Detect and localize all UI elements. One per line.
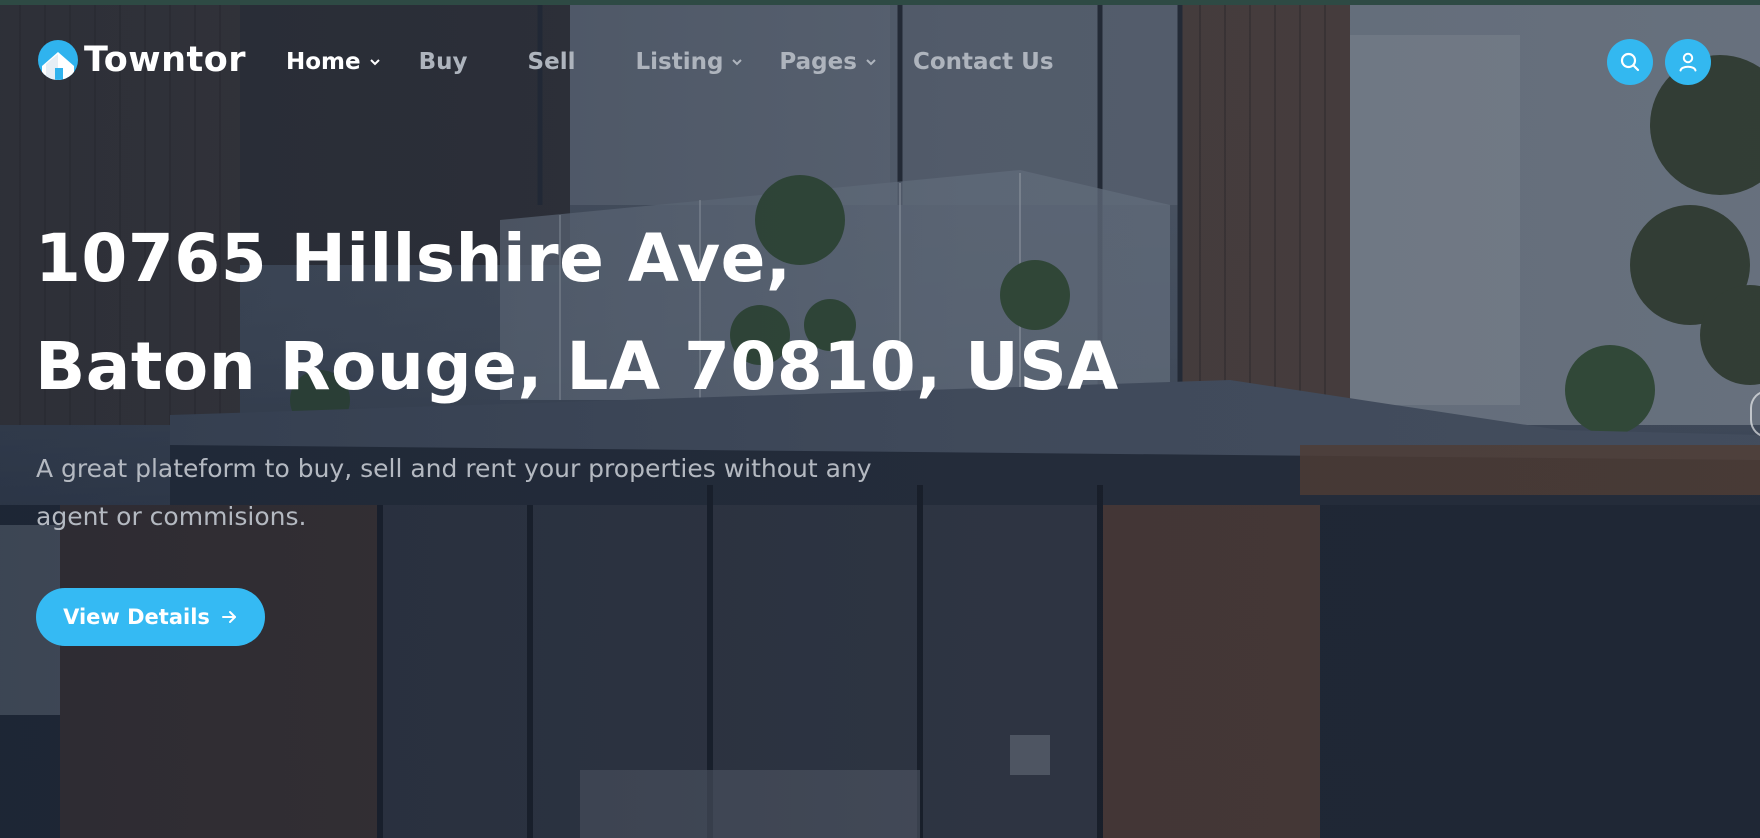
- hero-title: 10765 Hillshire Ave, Baton Rouge, LA 708…: [35, 205, 1135, 421]
- arrow-right-icon: [221, 611, 236, 623]
- hero-overlay: [0, 5, 1760, 838]
- user-account-button[interactable]: [1665, 39, 1711, 85]
- nav-item-label: Home: [286, 49, 361, 75]
- hero-background: [0, 5, 1760, 838]
- site-header: Towntor Home Buy Sell Listing Pages Cont…: [0, 5, 1760, 115]
- chevron-down-icon: [369, 59, 380, 66]
- hero-title-line2: Baton Rouge, LA 70810, USA: [35, 328, 1119, 405]
- nav-item-label: Buy: [418, 49, 468, 75]
- brand-logo[interactable]: Towntor: [38, 39, 246, 81]
- nav-item-label: Listing: [635, 49, 724, 75]
- nav-item-label: Pages: [779, 49, 857, 75]
- view-details-label: View Details: [63, 605, 210, 629]
- nav-item-label: Contact Us: [912, 49, 1054, 75]
- nav-item-pages[interactable]: Pages: [779, 49, 877, 75]
- house-logo-icon: [38, 40, 78, 80]
- nav-item-home[interactable]: Home: [286, 49, 381, 75]
- nav-item-sell[interactable]: Sell: [528, 49, 576, 75]
- hero-description: A great plateform to buy, sell and rent …: [36, 454, 872, 531]
- nav-item-listing[interactable]: Listing: [635, 49, 743, 75]
- chevron-down-icon: [732, 59, 743, 66]
- nav-item-contact-us[interactable]: Contact Us: [913, 49, 1054, 75]
- view-details-button[interactable]: View Details: [36, 588, 265, 646]
- brand-name: Towntor: [84, 40, 247, 80]
- user-icon: [1679, 52, 1697, 72]
- main-nav: Home Buy Sell Listing Pages Contact Us: [286, 49, 1054, 75]
- search-icon: [1620, 52, 1640, 72]
- nav-item-label: Sell: [527, 49, 576, 75]
- search-button[interactable]: [1607, 39, 1653, 85]
- hero-title-line1: 10765 Hillshire Ave,: [35, 220, 792, 297]
- chevron-down-icon: [866, 59, 876, 66]
- nav-item-buy[interactable]: Buy: [419, 49, 468, 75]
